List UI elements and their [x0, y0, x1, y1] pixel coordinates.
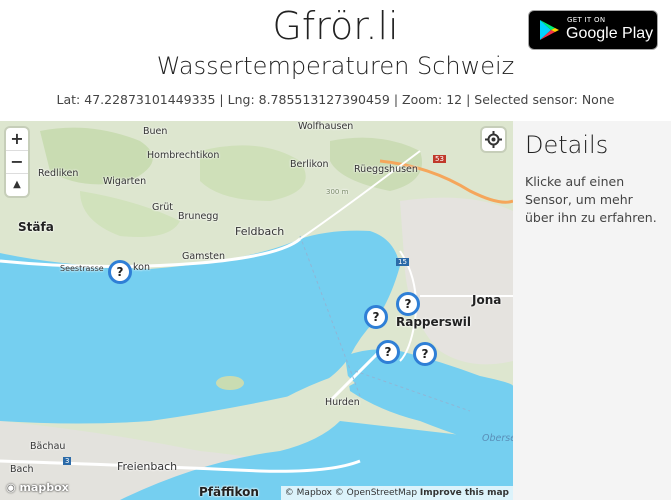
- map-label-hombrechtikon: Hombrechtikon: [147, 150, 220, 161]
- page-subtitle: Wassertemperaturen Schweiz: [156, 52, 515, 80]
- map-label-jona: Jona: [472, 293, 502, 307]
- map-label-elevation: 300 m: [326, 188, 349, 196]
- map-label-stafa: Stäfa: [18, 220, 54, 234]
- sensor-marker[interactable]: ?: [108, 260, 132, 284]
- map-label-pfaffikon: Pfäffikon: [199, 485, 259, 499]
- header: Gfrör.li Wassertemperaturen Schweiz Lat:…: [0, 0, 671, 121]
- route-15-badge: 15: [396, 258, 409, 266]
- geolocate-button[interactable]: [482, 128, 505, 151]
- mapbox-logo[interactable]: ◉ mapbox: [6, 481, 69, 494]
- map-label-kon: kon: [133, 262, 150, 273]
- google-play-badge[interactable]: GET IT ON Google Play: [528, 10, 658, 50]
- map-label-obersee: Oberse: [482, 433, 513, 444]
- map-label-bachau: Bächau: [30, 441, 66, 452]
- badge-big-text: Google Play: [566, 25, 654, 42]
- map-label-rapperswil: Rapperswil: [396, 315, 472, 329]
- map-label-buen: Buen: [143, 126, 168, 137]
- route-53-badge: 53: [433, 155, 446, 163]
- map-label-rueggeshusen: Rüeggshusen: [354, 164, 418, 175]
- mapbox-logo-icon: ◉: [6, 481, 20, 494]
- sensor-marker[interactable]: ?: [396, 292, 420, 316]
- map-label-wolfhausen: Wolfhausen: [298, 121, 354, 132]
- zoom-control: + − ▲: [6, 128, 28, 196]
- map-attribution: © Mapbox © OpenStreetMap Improve this ma…: [280, 486, 513, 500]
- map[interactable]: Wolfhausen Buen Hombrechtikon Berlikon R…: [0, 121, 513, 500]
- map-label-gamsten: Gamsten: [182, 251, 225, 262]
- mapbox-logo-text: mapbox: [19, 481, 69, 494]
- zoom-in-button[interactable]: +: [6, 128, 28, 151]
- compass-button[interactable]: ▲: [6, 174, 28, 196]
- map-label-hurden: Hurden: [325, 397, 360, 408]
- map-label-freienbach: Freienbach: [117, 460, 178, 473]
- map-label-grut: Grüt: [152, 202, 174, 213]
- google-play-icon: [540, 20, 559, 40]
- map-label-redliken: Redliken: [38, 168, 79, 179]
- map-label-wigarten: Wigarten: [103, 176, 147, 187]
- details-heading: Details: [525, 131, 609, 159]
- sensor-marker[interactable]: ?: [376, 340, 400, 364]
- zoom-out-button[interactable]: −: [6, 151, 28, 174]
- crosshair-icon: [485, 131, 502, 148]
- map-label-bach: Bach: [10, 464, 34, 475]
- map-label-feldbach: Feldbach: [235, 225, 285, 238]
- route-3-badge: 3: [63, 457, 72, 465]
- map-label-berlikon: Berlikon: [290, 159, 329, 170]
- status-line: Lat: 47.22873101449335 | Lng: 8.78551312…: [56, 92, 615, 107]
- badge-small-text: GET IT ON: [567, 16, 606, 24]
- sensor-marker[interactable]: ?: [413, 342, 437, 366]
- sensor-marker[interactable]: ?: [364, 305, 388, 329]
- map-label-seestrasse: Seestrasse: [60, 264, 104, 273]
- details-text: Klicke auf einen Sensor, um mehr über ih…: [525, 174, 657, 225]
- attribution-osm-link[interactable]: © OpenStreetMap: [335, 488, 417, 498]
- improve-map-link[interactable]: Improve this map: [420, 488, 509, 498]
- map-label-brunegg: Brunegg: [178, 211, 219, 222]
- details-panel: Details Klicke auf einen Sensor, um mehr…: [513, 121, 671, 500]
- attribution-mapbox-link[interactable]: © Mapbox: [285, 488, 332, 498]
